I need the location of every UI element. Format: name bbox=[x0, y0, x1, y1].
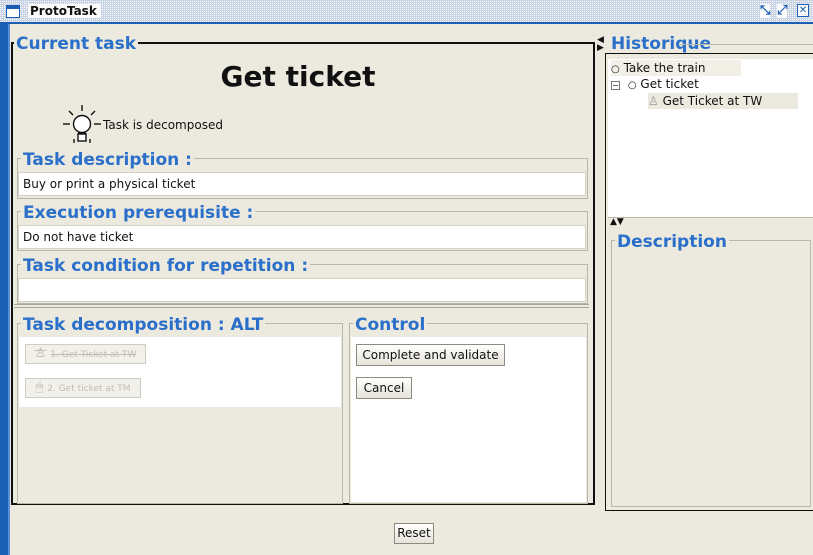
prerequisite-legend: Execution prerequisite : bbox=[21, 203, 256, 223]
repetition-legend: Task condition for repetition : bbox=[21, 256, 311, 276]
description-panel-legend: Description bbox=[615, 232, 729, 252]
repetition-field[interactable] bbox=[18, 278, 586, 302]
subtask-button-2[interactable]: 🖱 2. Get ticket at TM bbox=[25, 378, 141, 398]
app-icon bbox=[6, 5, 20, 18]
window-titlebar[interactable]: ProtoTask ⤡ ⤢ ✕ bbox=[0, 0, 813, 24]
close-icon[interactable]: ✕ bbox=[797, 4, 809, 17]
task-status-text: Task is decomposed bbox=[103, 118, 223, 132]
lightbulb-icon bbox=[63, 105, 101, 143]
description-legend: Task description : bbox=[21, 150, 194, 170]
tree-node-label: Take the train bbox=[623, 61, 706, 75]
control-legend: Control bbox=[353, 315, 428, 335]
task-description-field[interactable]: Buy or print a physical ticket bbox=[18, 172, 586, 196]
minimize-icon[interactable]: ⤡ bbox=[760, 4, 771, 18]
historique-legend-line bbox=[680, 44, 813, 45]
mouse-icon: 🖱 bbox=[35, 380, 44, 395]
reset-button[interactable]: Reset bbox=[394, 523, 434, 544]
history-tree[interactable]: ○ Take the train − ○ Get ticket ♙ Get Ti… bbox=[608, 59, 813, 218]
person-icon: ♙ bbox=[648, 94, 659, 108]
cancel-button[interactable]: Cancel bbox=[356, 377, 412, 399]
complete-validate-button[interactable]: Complete and validate bbox=[356, 344, 505, 366]
current-task-legend: Current task bbox=[14, 34, 139, 54]
description-panel-frame bbox=[611, 240, 811, 507]
person-icon: ♙ bbox=[34, 346, 47, 361]
lightbulb-icon: ○ bbox=[611, 64, 620, 75]
window-title: ProtoTask bbox=[28, 4, 101, 18]
subtask-label-1: 1. Get Ticket at TW bbox=[50, 350, 137, 360]
vertical-splitter-arrows[interactable]: ▲▼ bbox=[610, 218, 624, 227]
window-left-border-inner bbox=[8, 24, 10, 555]
maximize-icon[interactable]: ⤢ bbox=[777, 4, 788, 18]
splitter-arrows[interactable]: ◀ ▶ bbox=[597, 36, 604, 53]
window-left-border bbox=[0, 24, 8, 555]
tree-node-get-ticket-at-tw[interactable]: ♙ Get Ticket at TW bbox=[648, 93, 798, 109]
split-pane-divider[interactable] bbox=[14, 304, 589, 308]
tree-node-label: Get Ticket at TW bbox=[662, 94, 763, 108]
subtask-button-1[interactable]: ♙ 1. Get Ticket at TW bbox=[25, 344, 146, 364]
lightbulb-icon: ○ bbox=[627, 80, 637, 91]
task-title: Get ticket bbox=[220, 60, 376, 93]
decomposition-legend: Task decomposition : ALT bbox=[21, 315, 266, 335]
collapse-toggle-icon[interactable]: − bbox=[611, 81, 620, 90]
tree-node-get-ticket[interactable]: − ○ Get ticket bbox=[611, 76, 741, 94]
prerequisite-field[interactable]: Do not have ticket bbox=[18, 225, 586, 249]
subtask-label-2: 2. Get ticket at TM bbox=[47, 384, 131, 394]
tree-node-label: Get ticket bbox=[640, 77, 699, 91]
